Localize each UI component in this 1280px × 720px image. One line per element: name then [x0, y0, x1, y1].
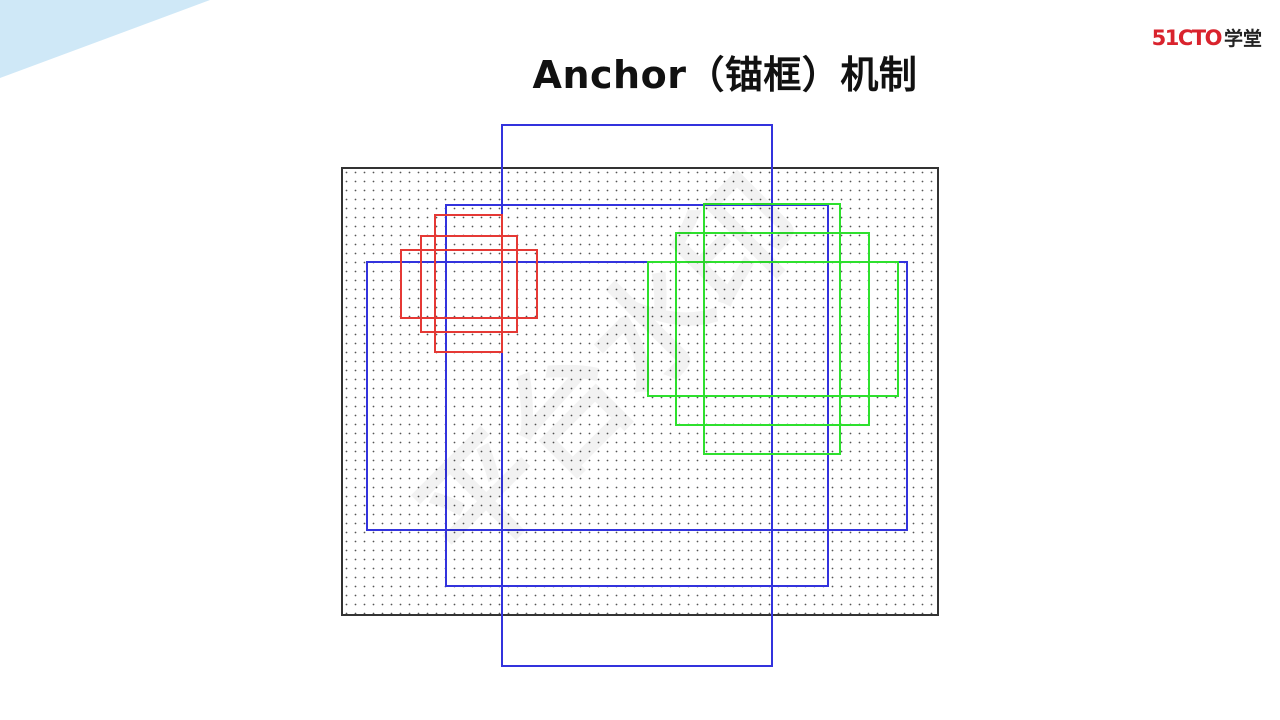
- slide-title: Anchor（锚框）机制: [532, 53, 918, 97]
- anchor-diagram: 平台水印: [341, 124, 939, 667]
- slide: 51CTO 学堂 Anchor（锚框）机制 平台水印: [0, 0, 1280, 720]
